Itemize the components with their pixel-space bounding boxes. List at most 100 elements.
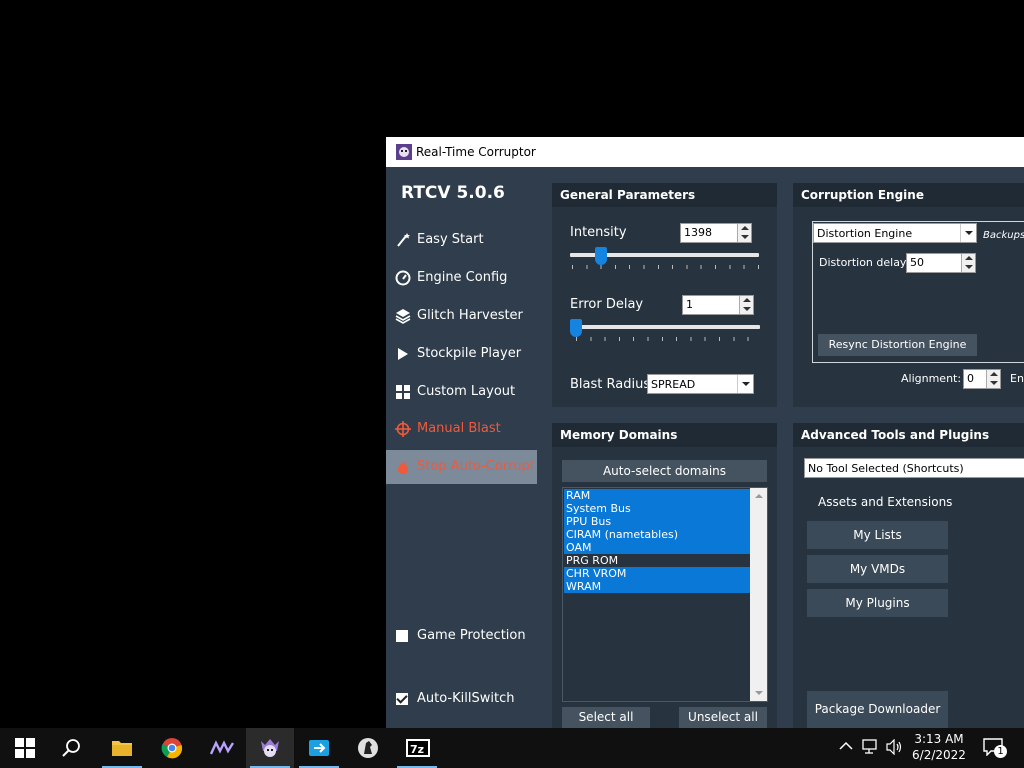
domain-item-wram[interactable]: WRAM: [564, 580, 750, 593]
sidebar-item-label: Glitch Harvester: [417, 308, 523, 323]
blast-radius-value: SPREAD: [651, 378, 696, 391]
distortion-delay-value: 50: [910, 256, 924, 269]
svg-text:7z: 7z: [410, 743, 424, 756]
assets-extensions-label: Assets and Extensions: [818, 495, 953, 509]
play-icon: [398, 348, 408, 360]
domain-item-prg-rom[interactable]: PRG ROM: [564, 554, 750, 567]
notification-badge: 1: [994, 745, 1007, 758]
sidebar-item-easy-start[interactable]: Easy Start: [386, 223, 537, 257]
error-delay-stepper[interactable]: 1: [682, 295, 754, 315]
sidebar-item-manual-blast[interactable]: Manual Blast: [386, 412, 537, 446]
tool-select[interactable]: No Tool Selected (Shortcuts): [804, 458, 1024, 478]
my-lists-button[interactable]: My Lists: [807, 521, 948, 549]
general-parameters-panel: General Parameters Intensity 1398 Error …: [552, 183, 777, 407]
windows-logo-icon: [15, 738, 35, 758]
taskbar-rtc[interactable]: [246, 728, 294, 768]
stepper-arrows[interactable]: [961, 254, 975, 272]
sidebar-item-glitch-harvester[interactable]: Glitch Harvester: [386, 299, 537, 333]
sidebar-item-label: Custom Layout: [417, 384, 516, 399]
rtc-window: Real-Time Corruptor RTCV 5.0.6 Easy Star…: [386, 137, 1024, 743]
error-delay-slider-thumb[interactable]: [570, 319, 582, 337]
game-protection-label: Game Protection: [417, 628, 526, 643]
chevron-down-icon[interactable]: [737, 375, 753, 393]
auto-killswitch-checkbox[interactable]: Auto-KillSwitch: [396, 691, 514, 706]
auto-select-domains-button[interactable]: Auto-select domains: [562, 460, 767, 482]
select-all-button[interactable]: Select all: [562, 707, 650, 728]
sidebar-item-custom-layout[interactable]: Custom Layout: [386, 375, 537, 409]
stepper-arrows[interactable]: [739, 296, 753, 314]
unselect-all-button[interactable]: Unselect all: [679, 707, 767, 728]
7zip-icon: 7z: [406, 739, 430, 757]
taskbar-app-wave[interactable]: [197, 728, 245, 768]
package-downloader-button[interactable]: Package Downloader: [807, 691, 948, 728]
distortion-delay-stepper[interactable]: 50: [906, 253, 976, 273]
auto-killswitch-label: Auto-KillSwitch: [417, 691, 515, 706]
panel-header: Memory Domains: [552, 423, 777, 447]
domain-item-oam[interactable]: OAM: [564, 541, 750, 554]
alignment-stepper[interactable]: 0: [963, 369, 1001, 389]
title-bar[interactable]: Real-Time Corruptor: [386, 137, 1024, 167]
sidebar-item-engine-config[interactable]: Engine Config: [386, 261, 537, 295]
rtc-taskbar-icon: [261, 739, 279, 757]
flame-icon: [398, 460, 408, 474]
clock-date: 6/2/2022: [912, 748, 966, 762]
stepper-arrows[interactable]: [737, 224, 751, 242]
clock-time: 3:13 AM: [914, 732, 964, 746]
taskbar-file-explorer[interactable]: [98, 728, 146, 768]
grid-icon: [396, 385, 410, 399]
tool-select-value: No Tool Selected (Shortcuts): [808, 462, 964, 475]
knight-app-icon: [358, 738, 378, 758]
notification-center-icon[interactable]: 1: [983, 738, 1007, 758]
sidebar-item-stockpile-player[interactable]: Stockpile Player: [386, 337, 537, 371]
domains-scrollbar[interactable]: [750, 488, 767, 701]
layers-icon: [395, 309, 411, 324]
domain-item-ciram[interactable]: CIRAM (nametables): [564, 528, 750, 541]
sidebar-item-label: Easy Start: [417, 232, 484, 247]
folder-icon: [112, 741, 132, 756]
memory-domains-panel: Memory Domains Auto-select domains RAM S…: [552, 423, 777, 728]
my-plugins-button[interactable]: My Plugins: [807, 589, 948, 617]
gauge-icon: [395, 270, 411, 286]
sidebar: RTCV 5.0.6 Easy Start Engine Config Glit…: [386, 167, 537, 743]
checkbox-box[interactable]: [396, 692, 408, 705]
search-button[interactable]: [48, 728, 96, 768]
endian-label-truncated: En: [1010, 372, 1024, 385]
sidebar-item-stop-auto-corrupt[interactable]: Stop Auto-Corrupt: [386, 450, 537, 484]
app-brand: RTCV 5.0.6: [401, 183, 505, 203]
intensity-slider-thumb[interactable]: [595, 247, 607, 265]
crosshair-icon: [395, 421, 411, 437]
advanced-tools-panel: Advanced Tools and Plugins No Tool Selec…: [793, 423, 1024, 728]
domain-item-chr-vrom[interactable]: CHR VROM: [564, 567, 750, 580]
stepper-arrows[interactable]: [986, 370, 1000, 388]
engine-select[interactable]: Distortion Engine: [813, 223, 977, 243]
taskbar-chrome[interactable]: [148, 728, 196, 768]
wave-app-icon: [210, 740, 234, 755]
chevron-down-icon[interactable]: [960, 224, 976, 242]
domain-item-system-bus[interactable]: System Bus: [564, 502, 750, 515]
error-delay-slider-track[interactable]: [570, 325, 760, 329]
network-icon[interactable]: [862, 739, 880, 758]
taskbar-app-knight[interactable]: [344, 728, 392, 768]
my-vmds-button[interactable]: My VMDs: [807, 555, 948, 583]
window-title: Real-Time Corruptor: [416, 145, 536, 159]
backups-label: Backups: [983, 230, 1024, 241]
checkbox-box[interactable]: [396, 629, 408, 642]
corruption-engine-panel: Corruption Engine Distortion Engine Back…: [793, 183, 1024, 407]
error-delay-label: Error Delay: [570, 297, 644, 312]
taskbar-app-transfer[interactable]: [295, 728, 343, 768]
resync-engine-button[interactable]: Resync Distortion Engine: [818, 334, 977, 356]
search-icon: [62, 739, 80, 757]
tray-overflow-chevron-icon[interactable]: [839, 740, 853, 755]
domain-item-ram[interactable]: RAM: [564, 489, 750, 502]
start-button[interactable]: [0, 728, 48, 768]
taskbar-7zip[interactable]: 7z: [393, 728, 441, 768]
panel-header: Advanced Tools and Plugins: [793, 423, 1024, 447]
engine-value: Distortion Engine: [817, 227, 913, 240]
intensity-stepper[interactable]: 1398: [680, 223, 752, 243]
domains-listbox[interactable]: RAM System Bus PPU Bus CIRAM (nametables…: [562, 487, 768, 702]
game-protection-checkbox[interactable]: Game Protection: [396, 628, 526, 643]
blast-radius-select[interactable]: SPREAD: [647, 374, 754, 394]
taskbar-clock[interactable]: 3:13 AM 6/2/2022: [902, 731, 976, 763]
chrome-icon: [161, 738, 183, 759]
domain-item-ppu-bus[interactable]: PPU Bus: [564, 515, 750, 528]
